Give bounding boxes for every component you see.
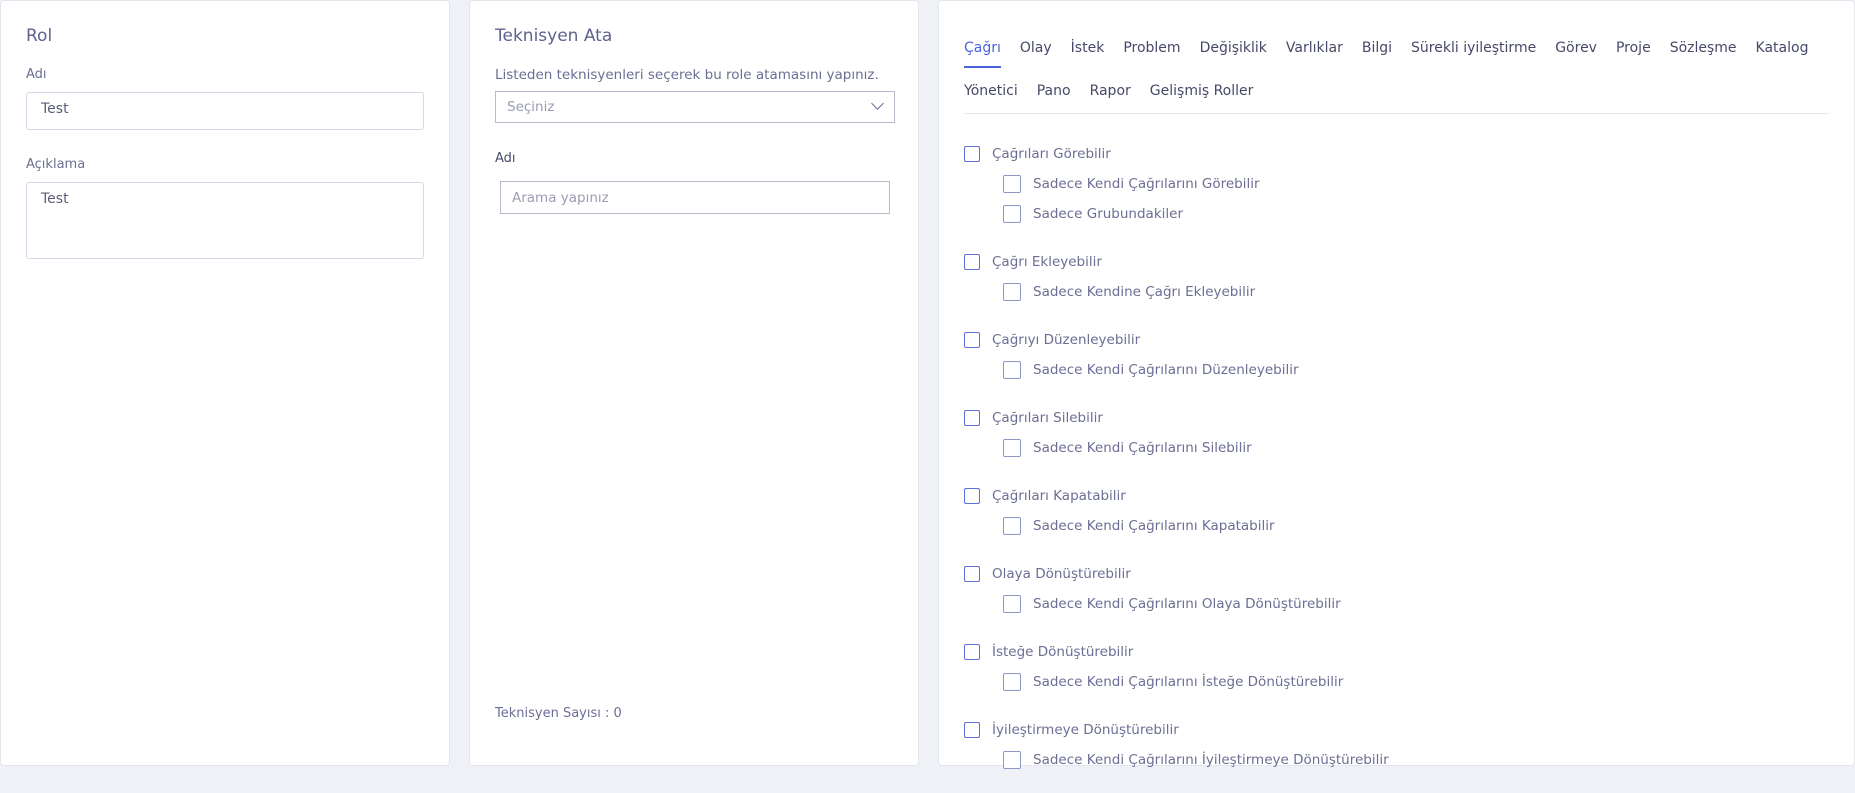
tab-varliklar[interactable]: Varlıklar <box>1286 40 1343 68</box>
permission-label: Çağrıları Silebilir <box>992 410 1103 426</box>
sub-permission-checkbox[interactable] <box>1003 175 1021 193</box>
permission-checkbox[interactable] <box>964 488 980 504</box>
permission-group: Çağrıyı Düzenleyebilir Sadece Kendi Çağrı… <box>964 325 1824 385</box>
sub-permission-label: Sadece Kendi Çağrılarını Silebilir <box>1033 440 1252 456</box>
sub-permission-row[interactable]: Sadece Kendi Çağrılarını Kapatabilir <box>964 511 1824 541</box>
tab-gelismis-roller[interactable]: Gelişmiş Roller <box>1150 83 1254 109</box>
technician-select-value: Seçiniz <box>507 99 555 115</box>
tab-rapor[interactable]: Rapor <box>1090 83 1131 109</box>
tab-cagri[interactable]: Çağrı <box>964 40 1001 68</box>
sub-permission-row[interactable]: Sadece Kendine Çağrı Ekleyebilir <box>964 277 1824 307</box>
permission-checkbox[interactable] <box>964 410 980 426</box>
permission-group: Çağrıları Kapatabilir Sadece Kendi Çağrıl… <box>964 481 1824 541</box>
permission-group: Çağrıları Silebilir Sadece Kendi Çağrılar… <box>964 403 1824 463</box>
sub-permission-checkbox[interactable] <box>1003 439 1021 457</box>
permission-row[interactable]: İsteğe Dönüştürebilir <box>964 637 1824 667</box>
permission-group: İsteğe Dönüştürebilir Sadece Kendi Çağrıl… <box>964 637 1824 697</box>
tab-gorev[interactable]: Görev <box>1555 40 1597 68</box>
chevron-down-icon <box>871 97 884 110</box>
tab-olay[interactable]: Olay <box>1020 40 1052 68</box>
sub-permission-row[interactable]: Sadece Kendi Çağrılarını İyileştirmeye D… <box>964 745 1824 775</box>
permission-group: İyileştirmeye Dönüştürebilir Sadece Kendi… <box>964 715 1824 775</box>
permission-checkbox[interactable] <box>964 644 980 660</box>
tab-sozlesme[interactable]: Sözleşme <box>1670 40 1737 68</box>
technician-name-label: Adı <box>495 151 516 166</box>
permission-label: Olaya Dönüştürebilir <box>992 566 1131 582</box>
tab-degisiklik[interactable]: Değişiklik <box>1200 40 1267 68</box>
technician-card-title: Teknisyen Ata <box>495 26 613 46</box>
permission-label: Çağrı Ekleyebilir <box>992 254 1102 270</box>
sub-permission-row[interactable]: Sadece Kendi Çağrılarını İsteğe Dönüştür… <box>964 667 1824 697</box>
sub-permission-label: Sadece Grubundakiler <box>1033 206 1184 222</box>
role-name-input[interactable]: Test <box>26 92 424 130</box>
sub-permission-checkbox[interactable] <box>1003 595 1021 613</box>
permission-checkbox[interactable] <box>964 332 980 348</box>
tabs-divider <box>964 113 1829 114</box>
permission-tabs-row-2: Yönetici Pano Rapor Gelişmiş Roller <box>964 83 1272 109</box>
sub-permission-label: Sadece Kendi Çağrılarını İsteğe Dönüştür… <box>1033 674 1344 690</box>
permission-checkbox[interactable] <box>964 254 980 270</box>
permission-list: Çağrıları Görebilir Sadece Kendi Çağrılar… <box>964 139 1824 793</box>
permission-group: Çağrı Ekleyebilir Sadece Kendine Çağrı Ek… <box>964 247 1824 307</box>
tab-problem[interactable]: Problem <box>1123 40 1180 68</box>
permission-row[interactable]: Çağrı Ekleyebilir <box>964 247 1824 277</box>
tab-yonetici[interactable]: Yönetici <box>964 83 1018 109</box>
sub-permission-checkbox[interactable] <box>1003 205 1021 223</box>
tab-proje[interactable]: Proje <box>1616 40 1651 68</box>
role-description-textarea[interactable]: Test <box>26 182 424 259</box>
permissions-card: Çağrı Olay İstek Problem Değişiklik Varlıklar… <box>938 0 1855 769</box>
sub-permission-label: Sadece Kendi Çağrılarını Olaya Dönüştüre… <box>1033 596 1341 612</box>
tab-bilgi[interactable]: Bilgi <box>1362 40 1392 68</box>
role-description-label: Açıklama <box>26 157 86 172</box>
permission-row[interactable]: Çağrıları Görebilir <box>964 139 1824 169</box>
permission-label: İsteğe Dönüştürebilir <box>992 644 1134 660</box>
sub-permission-checkbox[interactable] <box>1003 673 1021 691</box>
permission-tabs-row-1: Çağrı Olay İstek Problem Değişiklik Varlıklar… <box>964 40 1827 68</box>
sub-permission-label: Sadece Kendine Çağrı Ekleyebilir <box>1033 284 1256 300</box>
permission-row[interactable]: Çağrıları Silebilir <box>964 403 1824 433</box>
sub-permission-checkbox[interactable] <box>1003 361 1021 379</box>
sub-permission-checkbox[interactable] <box>1003 751 1021 769</box>
sub-permission-label: Sadece Kendi Çağrılarını Düzenleyebilir <box>1033 362 1299 378</box>
sub-permission-label: Sadece Kendi Çağrılarını Görebilir <box>1033 176 1260 192</box>
tab-istek[interactable]: İstek <box>1071 40 1105 68</box>
tab-surekli-iyilestirme[interactable]: Sürekli iyileştirme <box>1411 40 1536 68</box>
permission-label: Çağrıları Görebilir <box>992 146 1111 162</box>
permission-row[interactable]: Olaya Dönüştürebilir <box>964 559 1824 589</box>
sub-permission-row[interactable]: Sadece Kendi Çağrılarını Düzenleyebilir <box>964 355 1824 385</box>
role-name-label: Adı <box>26 67 47 82</box>
sub-permission-row[interactable]: Sadece Kendi Çağrılarını Görebilir <box>964 169 1824 199</box>
tab-pano[interactable]: Pano <box>1037 83 1071 109</box>
permission-checkbox[interactable] <box>964 722 980 738</box>
permission-label: İyileştirmeye Dönüştürebilir <box>992 722 1179 738</box>
technician-select[interactable]: Seçiniz <box>495 91 895 123</box>
permission-label: Çağrıları Kapatabilir <box>992 488 1126 504</box>
sub-permission-row[interactable]: Sadece Grubundakiler <box>964 199 1824 229</box>
technician-help-text: Listeden teknisyenleri seçerek bu role a… <box>495 67 879 83</box>
permission-group: Olaya Dönüştürebilir Sadece Kendi Çağrıla… <box>964 559 1824 619</box>
technician-card: Teknisyen Ata Listeden teknisyenleri seç… <box>469 0 919 766</box>
permission-label: Çağrıyı Düzenleyebilir <box>992 332 1141 348</box>
sub-permission-checkbox[interactable] <box>1003 283 1021 301</box>
permission-row[interactable]: İyileştirmeye Dönüştürebilir <box>964 715 1824 745</box>
technician-count: Teknisyen Sayısı : 0 <box>495 706 622 721</box>
permission-checkbox[interactable] <box>964 146 980 162</box>
permission-checkbox[interactable] <box>964 566 980 582</box>
sub-permission-row[interactable]: Sadece Kendi Çağrılarını Silebilir <box>964 433 1824 463</box>
technician-search-input[interactable] <box>500 181 890 214</box>
role-card-title: Rol <box>26 26 53 46</box>
permission-row[interactable]: Çağrıyı Düzenleyebilir <box>964 325 1824 355</box>
sub-permission-checkbox[interactable] <box>1003 517 1021 535</box>
sub-permission-label: Sadece Kendi Çağrılarını Kapatabilir <box>1033 518 1275 534</box>
sub-permission-row[interactable]: Sadece Kendi Çağrılarını Olaya Dönüştüre… <box>964 589 1824 619</box>
permission-group: Çağrıları Görebilir Sadece Kendi Çağrılar… <box>964 139 1824 229</box>
tab-katalog[interactable]: Katalog <box>1756 40 1809 68</box>
role-card: Rol Adı Test Açıklama Test <box>0 0 450 766</box>
permission-row[interactable]: Çağrıları Kapatabilir <box>964 481 1824 511</box>
